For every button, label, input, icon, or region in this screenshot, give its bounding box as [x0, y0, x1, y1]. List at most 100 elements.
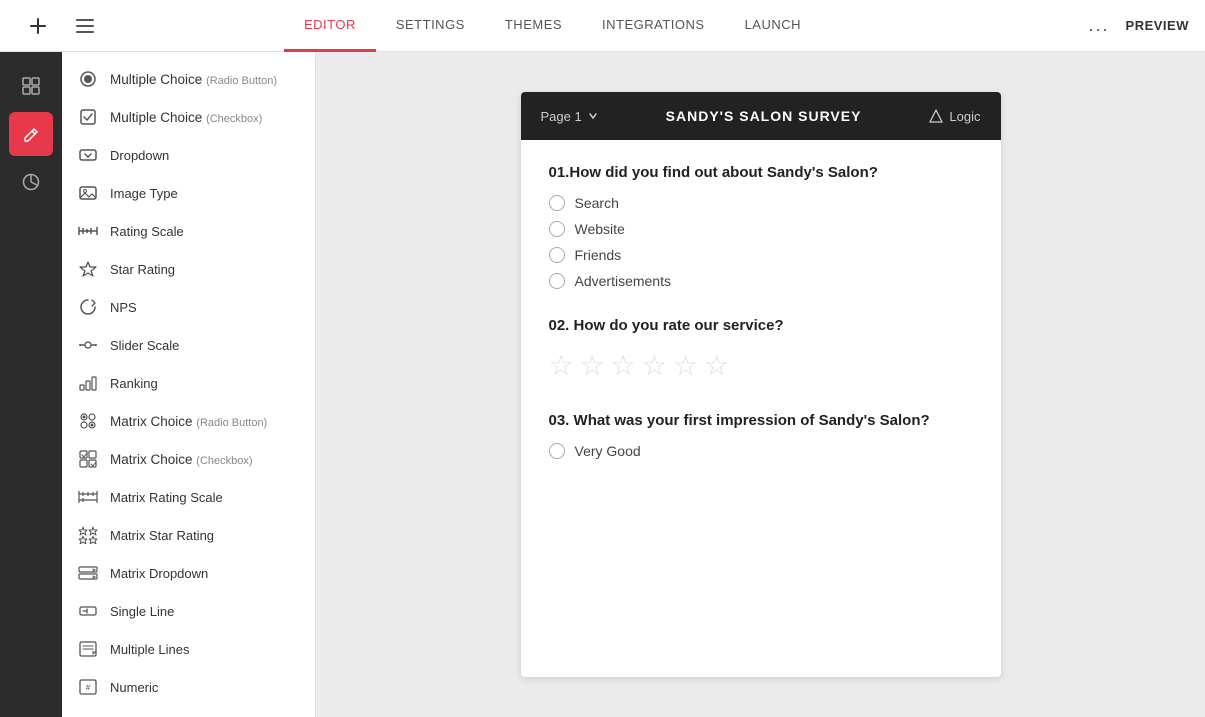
panel-item-slider-scale[interactable]: Slider Scale: [62, 326, 315, 364]
icon-sidebar: [0, 52, 62, 717]
main-layout: Multiple Choice (Radio Button) Multiple …: [0, 52, 1205, 717]
tab-editor[interactable]: EDITOR: [284, 0, 376, 52]
panel-item-single-line[interactable]: Single Line: [62, 592, 315, 630]
preview-button[interactable]: PREVIEW: [1126, 18, 1189, 33]
panel-item-label: Numeric: [110, 680, 158, 695]
option-search-label: Search: [575, 195, 619, 211]
single-line-icon: [78, 601, 98, 621]
nps-icon: [78, 297, 98, 317]
survey-page-label[interactable]: Page 1: [541, 109, 598, 124]
matrix-rating-icon: [78, 487, 98, 507]
question-3-text: 03. What was your first impression of Sa…: [549, 412, 973, 429]
panel-item-matrix-choice-checkbox[interactable]: Matrix Choice (Checkbox): [62, 440, 315, 478]
radio-search[interactable]: [549, 195, 565, 211]
panel-item-label: Matrix Choice (Radio Button): [110, 414, 267, 429]
panel-item-multiple-choice-checkbox[interactable]: Multiple Choice (Checkbox): [62, 98, 315, 136]
slider-icon: [78, 335, 98, 355]
panel-item-label: Slider Scale: [110, 338, 179, 353]
panel-item-rating-scale[interactable]: Rating Scale: [62, 212, 315, 250]
panel-item-dropdown[interactable]: Dropdown: [62, 136, 315, 174]
matrix-star-icon: [78, 525, 98, 545]
question-3: 03. What was your first impression of Sa…: [549, 412, 973, 459]
panel-item-label: Multiple Lines: [110, 642, 190, 657]
survey-title: SANDY'S SALON SURVEY: [666, 108, 862, 124]
elements-panel: Multiple Choice (Radio Button) Multiple …: [62, 52, 316, 717]
radio-advertisements[interactable]: [549, 273, 565, 289]
survey-body: 01.How did you find out about Sandy's Sa…: [521, 140, 1001, 511]
panel-item-label: Matrix Rating Scale: [110, 490, 223, 505]
menu-button[interactable]: [76, 19, 94, 33]
sidebar-grid-button[interactable]: [9, 64, 53, 108]
panel-item-label: Single Line: [110, 604, 174, 619]
main-content: Page 1 SANDY'S SALON SURVEY Logic: [316, 52, 1205, 717]
panel-item-label: Multiple Choice (Checkbox): [110, 110, 262, 125]
dropdown-icon: [78, 145, 98, 165]
question-2-text: 02. How do you rate our service?: [549, 317, 973, 334]
panel-item-star-rating[interactable]: Star Rating: [62, 250, 315, 288]
radio-friends[interactable]: [549, 247, 565, 263]
option-advertisements[interactable]: Advertisements: [549, 273, 973, 289]
nav-right: ... PREVIEW: [1009, 15, 1189, 36]
panel-item-label: Matrix Star Rating: [110, 528, 214, 543]
sidebar-chart-button[interactable]: [9, 160, 53, 204]
panel-item-multiple-choice-radio[interactable]: Multiple Choice (Radio Button): [62, 60, 315, 98]
option-search[interactable]: Search: [549, 195, 973, 211]
panel-item-ranking[interactable]: Ranking: [62, 364, 315, 402]
option-advertisements-label: Advertisements: [575, 273, 671, 289]
star-rating-row[interactable]: ☆ ☆ ☆ ☆ ☆ ☆: [549, 348, 973, 384]
star-6[interactable]: ☆: [704, 352, 729, 380]
question-1: 01.How did you find out about Sandy's Sa…: [549, 164, 973, 289]
panel-item-email[interactable]: Email: [62, 706, 315, 717]
option-very-good[interactable]: Very Good: [549, 443, 973, 459]
svg-text:#: #: [86, 683, 91, 692]
multiple-lines-icon: [78, 639, 98, 659]
question-2: 02. How do you rate our service? ☆ ☆ ☆ ☆…: [549, 317, 973, 384]
more-options-button[interactable]: ...: [1089, 15, 1110, 36]
panel-item-label: Matrix Dropdown: [110, 566, 208, 581]
option-friends[interactable]: Friends: [549, 247, 973, 263]
panel-item-matrix-rating-scale[interactable]: Matrix Rating Scale: [62, 478, 315, 516]
checkbox-icon: [78, 107, 98, 127]
panel-item-nps[interactable]: NPS: [62, 288, 315, 326]
top-nav: EDITOR SETTINGS THEMES INTEGRATIONS LAUN…: [0, 0, 1205, 52]
nav-tabs: EDITOR SETTINGS THEMES INTEGRATIONS LAUN…: [96, 0, 1009, 52]
panel-item-numeric[interactable]: # Numeric: [62, 668, 315, 706]
star-3[interactable]: ☆: [611, 352, 636, 380]
star-5[interactable]: ☆: [673, 352, 698, 380]
panel-item-matrix-dropdown[interactable]: Matrix Dropdown: [62, 554, 315, 592]
ranking-icon: [78, 373, 98, 393]
tab-settings[interactable]: SETTINGS: [376, 0, 485, 52]
option-very-good-label: Very Good: [575, 443, 641, 459]
panel-item-label: Ranking: [110, 376, 158, 391]
panel-item-matrix-star-rating[interactable]: Matrix Star Rating: [62, 516, 315, 554]
star-1[interactable]: ☆: [549, 352, 574, 380]
panel-item-label: Dropdown: [110, 148, 169, 163]
numeric-icon: #: [78, 677, 98, 697]
tab-themes[interactable]: THEMES: [485, 0, 582, 52]
panel-item-label: NPS: [110, 300, 137, 315]
radio-website[interactable]: [549, 221, 565, 237]
panel-item-label: Matrix Choice (Checkbox): [110, 452, 253, 467]
sidebar-edit-button[interactable]: [9, 112, 53, 156]
star-4[interactable]: ☆: [642, 352, 667, 380]
panel-item-multiple-lines[interactable]: Multiple Lines: [62, 630, 315, 668]
option-website[interactable]: Website: [549, 221, 973, 237]
question-1-text: 01.How did you find out about Sandy's Sa…: [549, 164, 973, 181]
panel-item-label: Image Type: [110, 186, 178, 201]
matrix-radio-icon: [78, 411, 98, 431]
add-button[interactable]: [16, 4, 60, 48]
radio-very-good[interactable]: [549, 443, 565, 459]
option-friends-label: Friends: [575, 247, 622, 263]
panel-item-matrix-choice-radio[interactable]: Matrix Choice (Radio Button): [62, 402, 315, 440]
matrix-dropdown-icon: [78, 563, 98, 583]
survey-header: Page 1 SANDY'S SALON SURVEY Logic: [521, 92, 1001, 140]
panel-item-label: Star Rating: [110, 262, 175, 277]
survey-logic-button[interactable]: Logic: [929, 109, 980, 124]
survey-card: Page 1 SANDY'S SALON SURVEY Logic: [521, 92, 1001, 677]
panel-item-label: Multiple Choice (Radio Button): [110, 72, 277, 87]
image-icon: [78, 183, 98, 203]
tab-launch[interactable]: LAUNCH: [725, 0, 821, 52]
star-2[interactable]: ☆: [580, 352, 605, 380]
tab-integrations[interactable]: INTEGRATIONS: [582, 0, 725, 52]
panel-item-image-type[interactable]: Image Type: [62, 174, 315, 212]
